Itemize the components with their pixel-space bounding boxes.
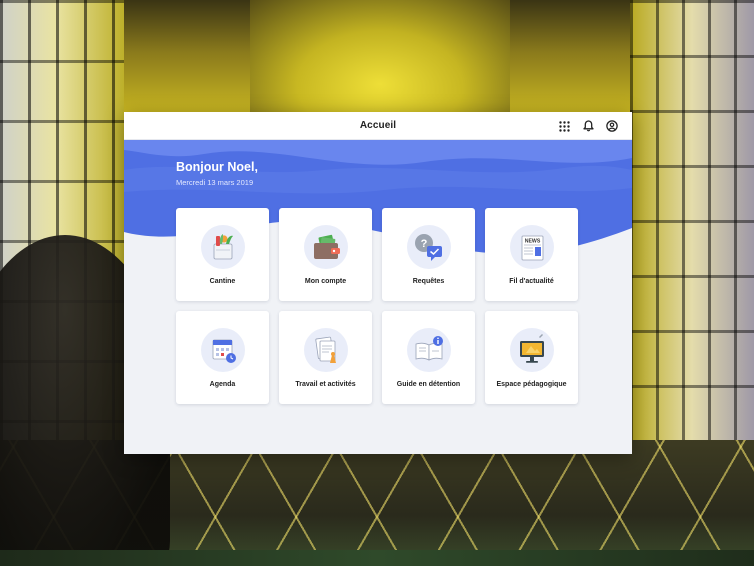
documents-icon bbox=[303, 328, 348, 372]
page-title: Accueil bbox=[359, 120, 397, 131]
tile-agenda[interactable]: Agenda bbox=[176, 311, 269, 404]
bell-icon[interactable] bbox=[582, 120, 594, 132]
tile-guide-detention[interactable]: Guide en détention bbox=[382, 311, 475, 404]
tile-label: Guide en détention bbox=[396, 381, 461, 388]
tile-fil-actualite[interactable]: NEWS Fil d'actualité bbox=[485, 208, 578, 301]
tile-travail-activites[interactable]: Travail et activités bbox=[279, 311, 372, 404]
top-bar: Accueil bbox=[124, 112, 632, 140]
tile-mon-compte[interactable]: Mon compte bbox=[279, 208, 372, 301]
svg-text:NEWS: NEWS bbox=[524, 239, 540, 245]
service-grid: Cantine Mon compte ? Requêtes NEWS Fil d… bbox=[176, 208, 578, 404]
tile-label: Travail et activités bbox=[295, 381, 356, 388]
tile-cantine[interactable]: Cantine bbox=[176, 208, 269, 301]
greeting-title: Bonjour Noel, bbox=[176, 160, 258, 174]
svg-text:?: ? bbox=[420, 238, 427, 250]
greeting: Bonjour Noel, Mercredi 13 mars 2019 bbox=[176, 160, 258, 187]
tile-label: Agenda bbox=[209, 381, 236, 388]
monitor-icon bbox=[509, 328, 554, 372]
wallet-icon bbox=[303, 225, 348, 269]
app-window: Accueil Bonjour Noel, Mercredi 13 mars 2… bbox=[124, 112, 632, 454]
bottom-strip bbox=[0, 550, 754, 566]
apps-grid-icon[interactable] bbox=[558, 120, 570, 132]
newspaper-icon: NEWS bbox=[509, 225, 554, 269]
tile-label: Fil d'actualité bbox=[509, 278, 554, 285]
top-bar-actions bbox=[558, 112, 618, 140]
food-basket-icon bbox=[200, 225, 245, 269]
tile-espace-pedagogique[interactable]: Espace pédagogique bbox=[485, 311, 578, 404]
greeting-date: Mercredi 13 mars 2019 bbox=[176, 178, 254, 187]
calendar-icon bbox=[200, 328, 245, 372]
corridor-right-wall bbox=[630, 0, 754, 470]
tile-label: Requêtes bbox=[412, 278, 445, 285]
account-icon[interactable] bbox=[606, 120, 618, 132]
tile-label: Cantine bbox=[209, 278, 236, 285]
tile-label: Espace pédagogique bbox=[496, 381, 567, 388]
tile-label: Mon compte bbox=[304, 278, 347, 285]
book-info-icon bbox=[406, 328, 451, 372]
tile-requetes[interactable]: ? Requêtes bbox=[382, 208, 475, 301]
question-chat-icon: ? bbox=[406, 225, 451, 269]
